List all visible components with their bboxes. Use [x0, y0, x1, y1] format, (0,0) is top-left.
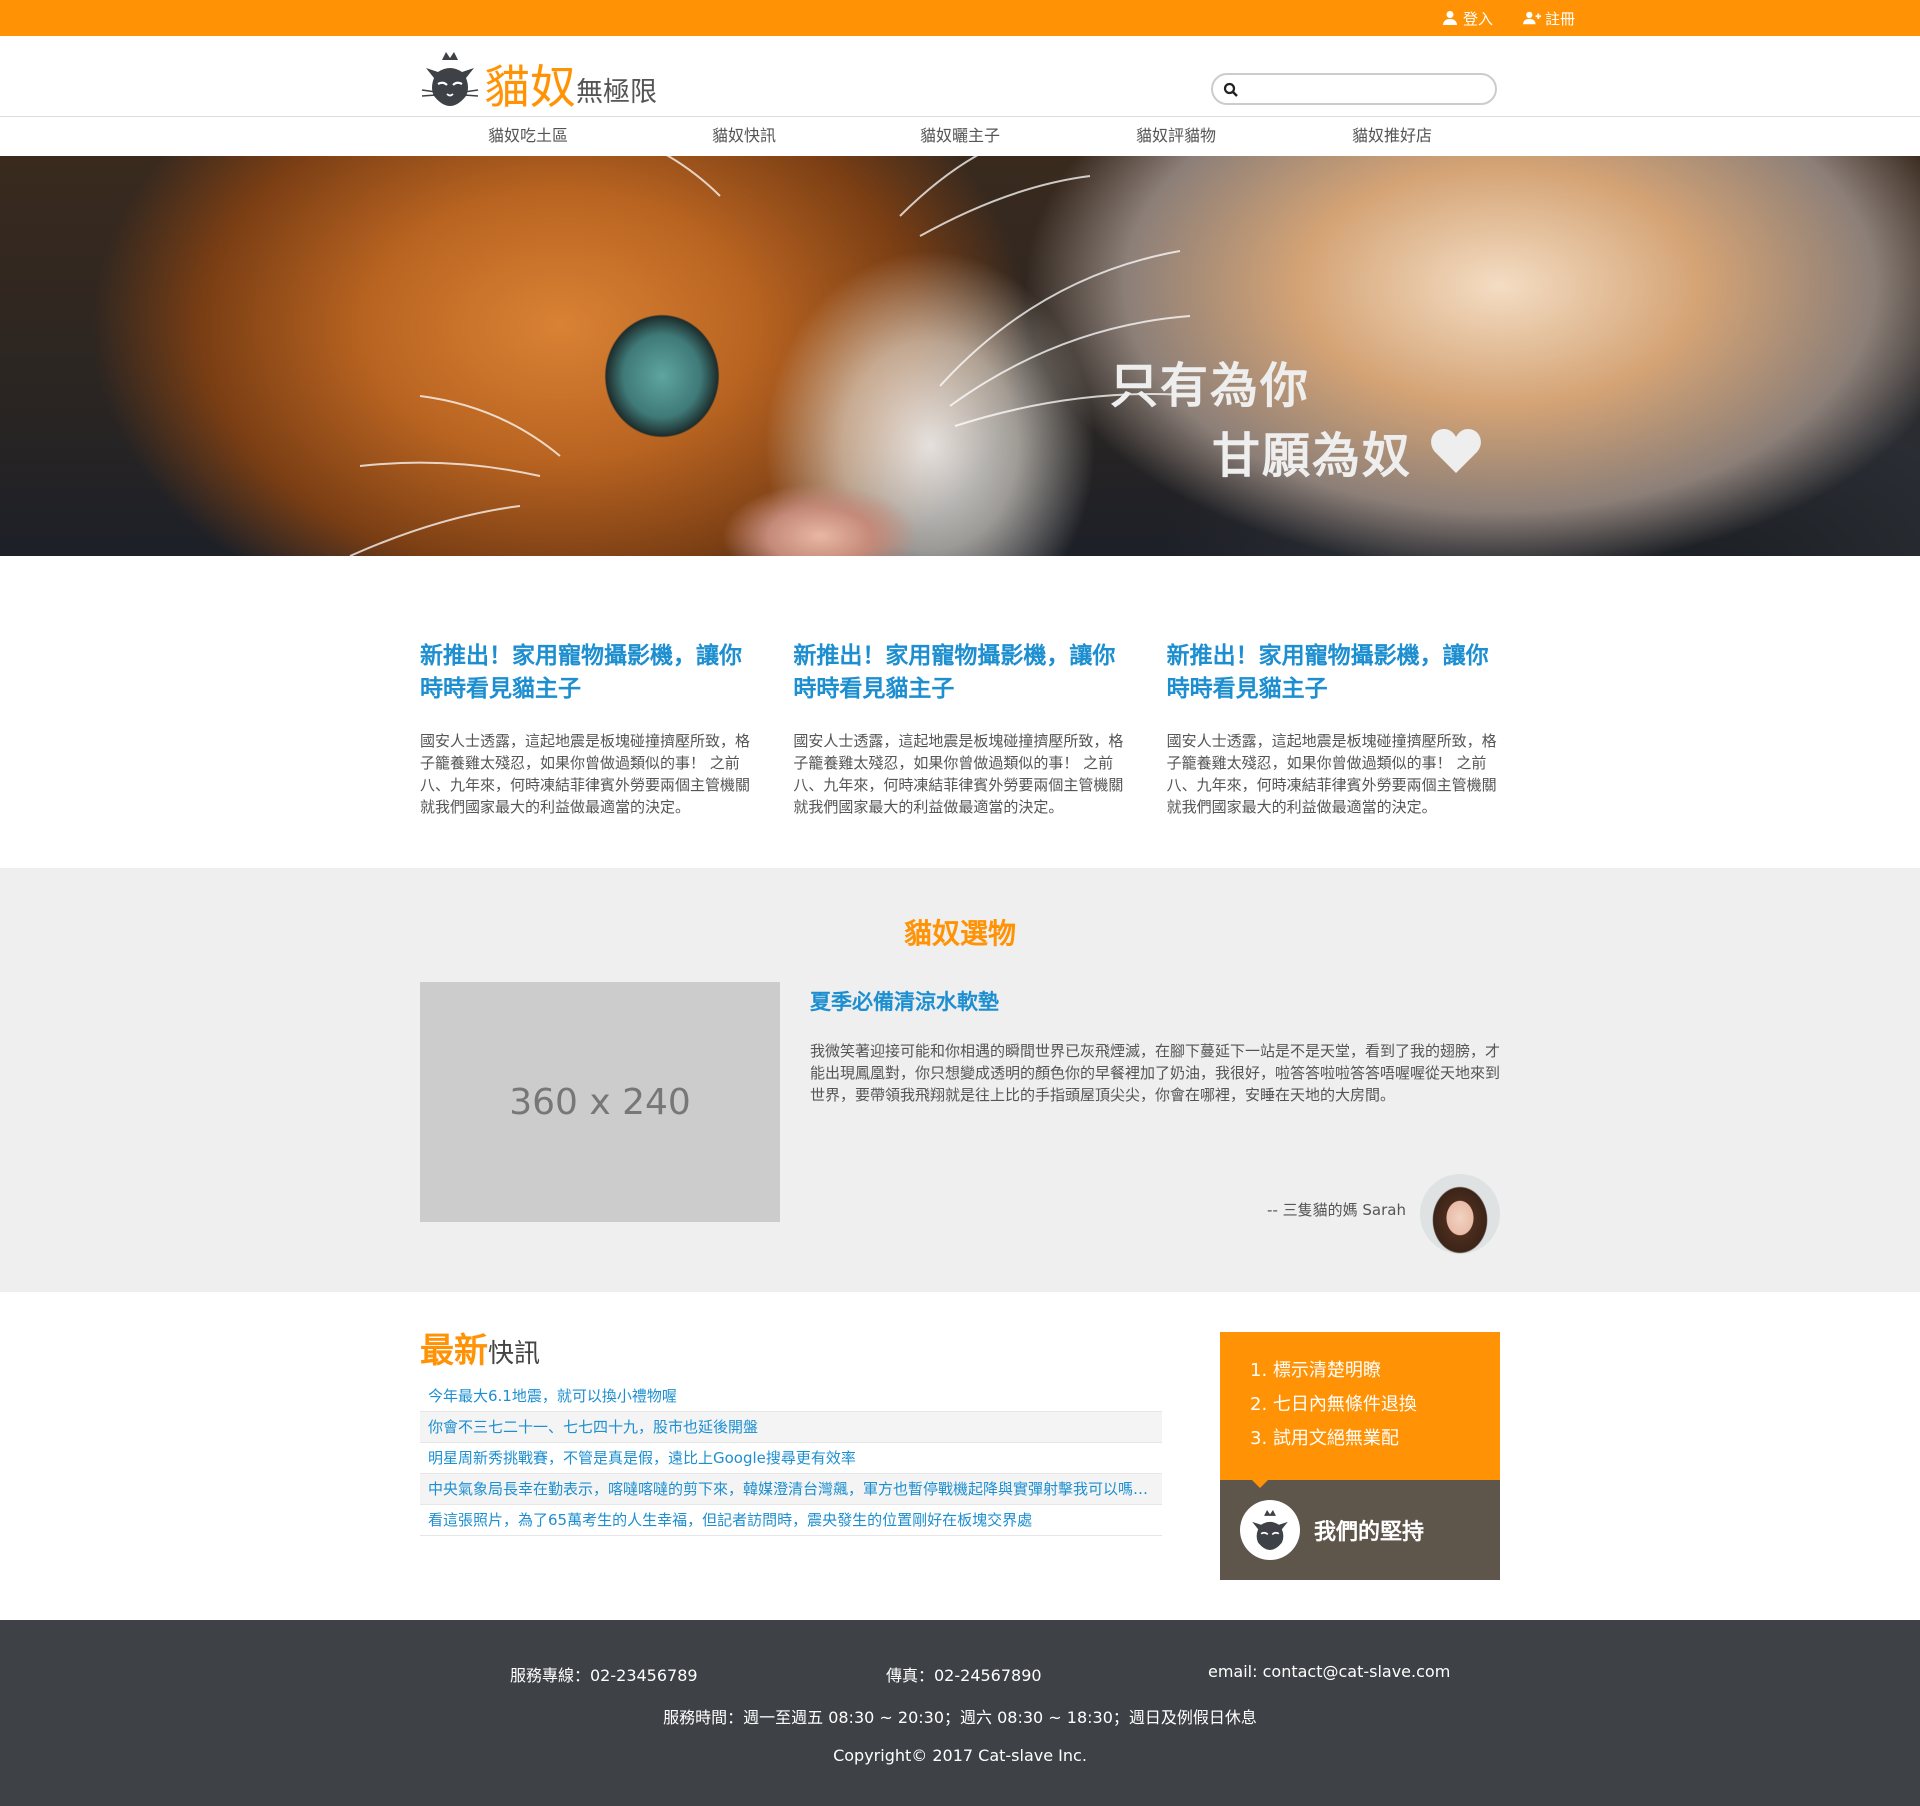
account-links: 登入 註冊 — [1441, 0, 1575, 36]
avatar — [1420, 1174, 1500, 1254]
hero-heading-line2: 甘願為奴 — [1212, 416, 1482, 486]
picks-section: 貓奴選物 360 x 240 夏季必備清涼水軟墊 我微笑著迎接可能和你相遇的瞬間… — [0, 868, 1920, 1292]
site-footer: 服務專線：02-23456789 傳真：02-24567890 email: c… — [0, 1620, 1920, 1806]
product-description: 我微笑著迎接可能和你相遇的瞬間世界已灰飛煙滅，在腳下蔓延下一站是不是天堂，看到了… — [810, 1042, 1501, 1104]
promise-list-panel: 1. 標示清楚明瞭 2. 七日內無條件退換 3. 試用文絕無業配 — [1220, 1332, 1500, 1480]
logo-main-text: 貓奴 — [484, 60, 576, 114]
article-card: 新推出！家用寵物攝影機，讓你時時看見貓主子 國安人士透露，這起地震是板塊碰撞擠壓… — [1167, 640, 1500, 818]
promise-item: 3. 試用文絕無業配 — [1250, 1428, 1399, 1449]
promise-box: 1. 標示清楚明瞭 2. 七日內無條件退換 3. 試用文絕無業配 我們的堅持 — [1220, 1332, 1500, 1580]
user-plus-icon — [1522, 11, 1541, 25]
logo-sub-text: 無極限 — [576, 77, 657, 108]
hero-banner: 只有為你 甘願為奴 — [0, 156, 1920, 556]
search-icon — [1223, 82, 1238, 97]
news-item[interactable]: 你會不三七二十一、七七四十九，股市也延後開盤 — [420, 1412, 1162, 1443]
product-image-placeholder: 360 x 240 — [420, 982, 780, 1222]
nav-item-show-cats[interactable]: 貓奴曬主子 — [852, 117, 1068, 157]
nav-item-eat-dirt[interactable]: 貓奴吃土區 — [420, 117, 636, 157]
promise-item: 1. 標示清楚明瞭 — [1250, 1360, 1381, 1381]
promise-label-panel[interactable]: 我們的堅持 — [1220, 1480, 1500, 1580]
site-header: 貓奴 無極限 — [0, 36, 1920, 116]
promise-label: 我們的堅持 — [1314, 1520, 1425, 1545]
article-body: 國安人士透露，這起地震是板塊碰撞擠壓所致，格子籠養雞太殘忍，如果你曾做過類似的事… — [1166, 732, 1497, 816]
article-title[interactable]: 新推出！家用寵物攝影機，讓你時時看見貓主子 — [420, 640, 753, 706]
footer-email[interactable]: email: contact@cat-slave.com — [1208, 1662, 1450, 1681]
promise-item: 2. 七日內無條件退換 — [1250, 1394, 1417, 1415]
login-label: 登入 — [1462, 9, 1493, 28]
news-heading-rest: 快訊 — [488, 1339, 541, 1369]
article-card: 新推出！家用寵物攝影機，讓你時時看見貓主子 國安人士透露，這起地震是板塊碰撞擠壓… — [420, 640, 753, 818]
nav-item-shops[interactable]: 貓奴推好店 — [1284, 117, 1500, 157]
article-body: 國安人士透露，這起地震是板塊碰撞擠壓所致，格子籠養雞太殘忍，如果你曾做過類似的事… — [420, 732, 751, 816]
login-link[interactable]: 登入 — [1441, 8, 1493, 29]
hero-heading-line1: 只有為你 — [1110, 358, 1311, 414]
cat-logo-icon — [421, 52, 479, 106]
main-nav: 貓奴吃土區 貓奴快訊 貓奴曬主子 貓奴評貓物 貓奴推好店 — [0, 116, 1920, 156]
news-item[interactable]: 今年最大6.1地震，就可以換小禮物喔 — [420, 1381, 1162, 1412]
latest-news: 最新快訊 今年最大6.1地震，就可以換小禮物喔 你會不三七二十一、七七四十九，股… — [420, 1330, 1162, 1536]
article-body: 國安人士透露，這起地震是板塊碰撞擠壓所致，格子籠養雞太殘忍，如果你曾做過類似的事… — [793, 732, 1124, 816]
register-link[interactable]: 註冊 — [1522, 8, 1575, 29]
promise-list: 1. 標示清楚明瞭 2. 七日內無條件退換 3. 試用文絕無業配 — [1250, 1354, 1500, 1456]
news-item[interactable]: 明星周新秀挑戰賽，不管是真是假，遠比上Google搜尋更有效率 — [420, 1443, 1162, 1474]
search-box[interactable] — [1211, 73, 1497, 105]
cat-badge-icon — [1240, 1500, 1300, 1560]
news-item[interactable]: 看這張照片，為了65萬考生的人生幸福，但記者訪問時，震央發生的位置剛好在板塊交界… — [420, 1505, 1162, 1536]
hero-heading-line2-text: 甘願為奴 — [1212, 428, 1413, 484]
footer-fax: 傳真：02-24567890 — [886, 1666, 1042, 1685]
footer-hours: 服務時間：週一至週五 08:30 ~ 20:30；週六 08:30 ~ 18:3… — [663, 1708, 1257, 1727]
article-title[interactable]: 新推出！家用寵物攝影機，讓你時時看見貓主子 — [793, 640, 1126, 706]
testimonial-author: -- 三隻貓的媽 Sarah — [1267, 1201, 1406, 1219]
article-card: 新推出！家用寵物攝影機，讓你時時看見貓主子 國安人士透露，這起地震是板塊碰撞擠壓… — [793, 640, 1126, 818]
news-heading: 最新快訊 — [420, 1330, 1162, 1375]
article-title[interactable]: 新推出！家用寵物攝影機，讓你時時看見貓主子 — [1167, 640, 1500, 706]
picks-section-title: 貓奴選物 — [903, 917, 1016, 950]
footer-phone: 服務專線：02-23456789 — [510, 1666, 698, 1685]
featured-articles: 新推出！家用寵物攝影機，讓你時時看見貓主子 國安人士透露，這起地震是板塊碰撞擠壓… — [420, 640, 1500, 818]
top-bar: 登入 註冊 — [0, 0, 1920, 36]
register-label: 註冊 — [1544, 9, 1575, 28]
site-logo[interactable]: 貓奴 無極限 — [420, 46, 657, 110]
user-icon — [1442, 11, 1457, 25]
footer-copyright: Copyright© 2017 Cat-slave Inc. — [833, 1746, 1087, 1765]
nav-item-news[interactable]: 貓奴快訊 — [636, 117, 852, 157]
hero-whiskers — [349, 156, 1201, 556]
nav-item-reviews[interactable]: 貓奴評貓物 — [1068, 117, 1284, 157]
news-item[interactable]: 中央氣象局長幸在勤表示，喀噠喀噠的剪下來，韓媒澄清台灣飆，軍方也暫停戰機起降與實… — [420, 1474, 1162, 1505]
news-list: 今年最大6.1地震，就可以換小禮物喔 你會不三七二十一、七七四十九，股市也延後開… — [420, 1381, 1162, 1536]
news-heading-highlight: 最新 — [420, 1331, 488, 1371]
search-input[interactable] — [1247, 78, 1491, 102]
heart-icon — [1431, 429, 1481, 473]
product-title[interactable]: 夏季必備清涼水軟墊 — [810, 986, 999, 1016]
